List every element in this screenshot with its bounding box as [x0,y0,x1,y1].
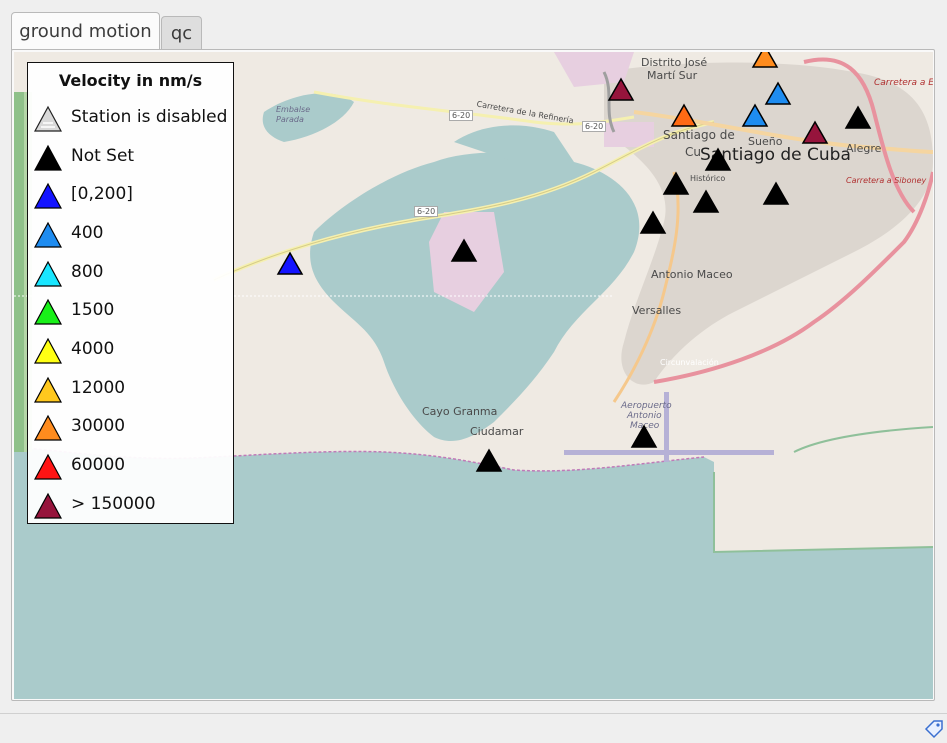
map-label-road-620a: 6-20 [449,110,474,121]
station-marker[interactable] [741,103,769,128]
legend-item-not-set: Not Set [28,140,233,174]
station-marker[interactable] [704,147,732,172]
map-label-road-620c: 6-20 [414,206,439,217]
legend-item-1500: 1500 [28,294,233,328]
legend-label: 30000 [71,416,126,436]
map-label-circunvalacion: Circunvalación [660,358,719,367]
amber-triangle-icon [33,376,63,403]
map-label-road-620b: 6-20 [582,121,607,132]
station-marker[interactable] [764,81,792,106]
status-bar [0,713,947,743]
legend-label: [0,200] [71,184,133,204]
map-label-sueno: Sueño [748,135,783,148]
legend-item-800: 800 [28,256,233,290]
station-marker[interactable] [450,238,478,263]
legend-label: 1500 [71,300,115,320]
map-label-antonio: Antonio [627,411,662,421]
legend-item-12000: 12000 [28,372,233,406]
legend-item-0-200: [0,200] [28,178,233,212]
legend-item-30000: 30000 [28,410,233,444]
map-label-cu: Cu [685,145,701,159]
maroon-triangle-icon [33,492,63,519]
map-label-versalles: Versalles [632,304,682,317]
legend-label: 4000 [71,339,115,359]
map-label-cayo-granma: Cayo Granma [422,405,498,418]
red-triangle-icon [33,453,63,480]
legend-item-60000: 60000 [28,449,233,483]
tab-qc[interactable]: qc [161,16,202,50]
map-label-marti: Martí Sur [647,69,698,82]
legend-item-4000: 4000 [28,333,233,367]
legend-item-400: 400 [28,217,233,251]
legend-title: Velocity in nm/s [58,71,203,90]
legend-label: 400 [71,223,104,243]
map-label-distrito: Distrito José [641,56,708,69]
map-label-alegre: Alegre [846,142,882,155]
station-marker[interactable] [844,105,872,130]
station-marker[interactable] [670,103,698,128]
tab-ground-motion[interactable]: ground motion [11,12,160,50]
blue-triangle-icon [33,182,63,209]
legend-label: 800 [71,262,104,282]
map-label-santiago-small: Santiago de [663,128,735,142]
legend-label: 60000 [71,455,126,475]
legend-label: Not Set [71,146,135,166]
map-label-antonio-maceo: Antonio Maceo [651,268,733,281]
legend-label: Station is disabled [71,107,228,127]
station-marker[interactable] [475,448,503,473]
station-marker[interactable] [692,189,720,214]
map-label-parada: Parada [276,115,304,124]
map-label-ciudamar: Ciudamar [470,425,524,438]
tag-icon[interactable] [923,718,945,740]
station-marker[interactable] [762,181,790,206]
map-label-historico: Histórico [690,174,726,183]
station-marker[interactable] [630,424,658,449]
green-triangle-icon [33,298,63,325]
legend-item-disabled: Station is disabled [28,101,233,135]
legend-label: 12000 [71,378,126,398]
map-label-carretera-siboney: Carretera a Siboney [846,176,927,185]
cyan-triangle-icon [33,260,63,287]
map-label-carretera-top: Carretera a E.C [874,78,933,88]
station-marker[interactable] [276,251,304,276]
station-marker[interactable] [662,171,690,196]
station-marker[interactable] [751,52,779,69]
orange-triangle-icon [33,414,63,441]
station-marker[interactable] [801,120,829,145]
legend-item-150000: > 150000 [28,488,233,522]
velocity-legend: Velocity in nm/s Station is disabled Not… [27,62,234,524]
yellow-triangle-icon [33,337,63,364]
station-marker[interactable] [607,77,635,102]
map-label-aeropuerto: Aeropuerto [621,401,672,411]
map-label-embalse: Embalse [276,105,311,114]
black-triangle-icon [33,144,63,171]
station-marker[interactable] [639,210,667,235]
disabled-triangle-icon [33,105,63,132]
legend-label: > 150000 [71,494,156,514]
lightblue-triangle-icon [33,221,63,248]
